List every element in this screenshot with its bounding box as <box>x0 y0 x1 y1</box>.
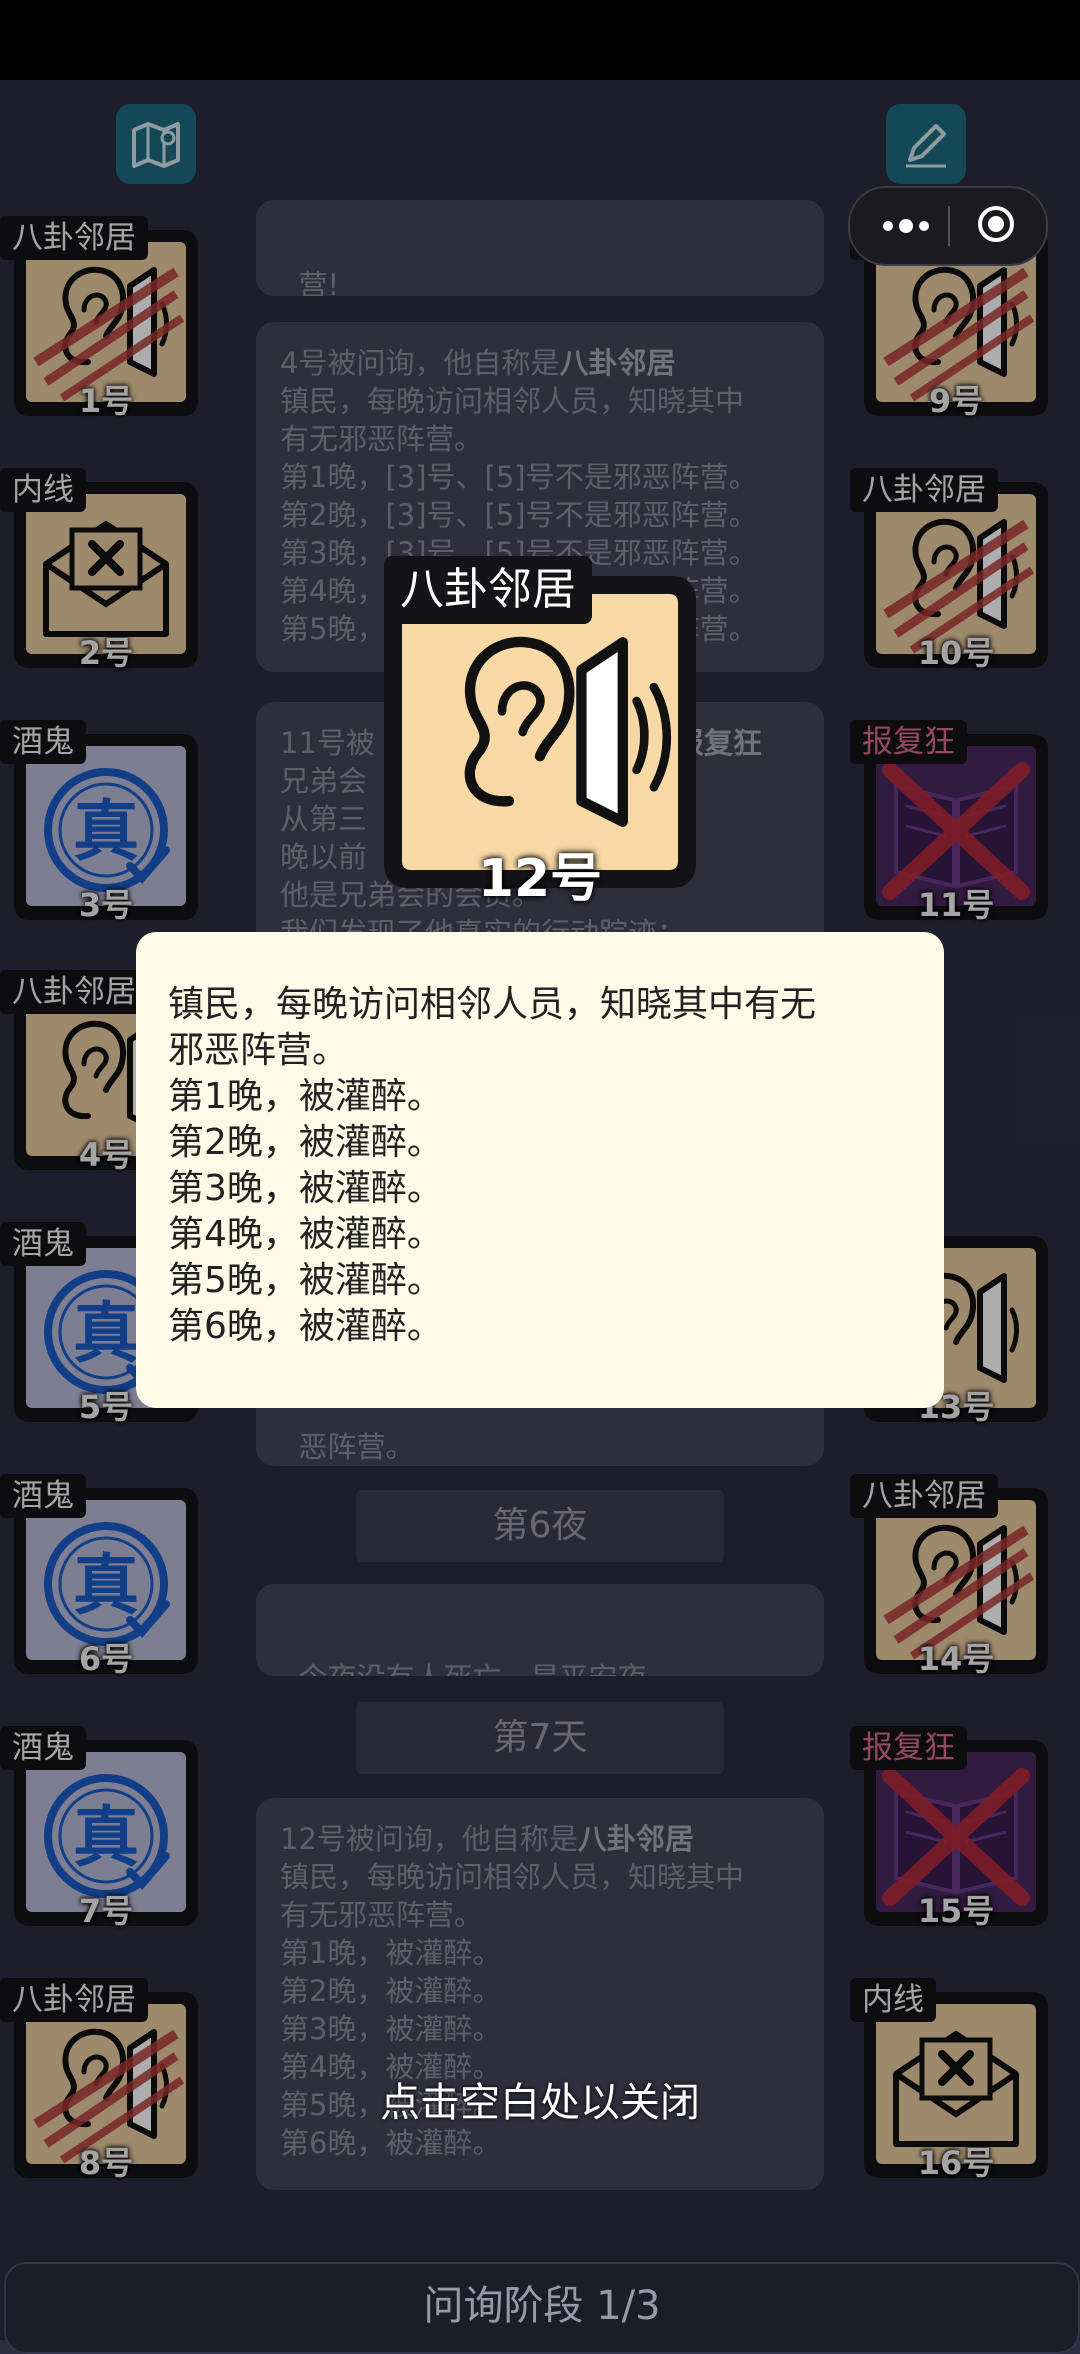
popup-line: 第4晚，被灌醉。 <box>168 1214 443 1255</box>
ear-icon <box>464 636 671 827</box>
role-detail-popup: 镇民，每晚访问相邻人员，知晓其中有无 邪恶阵营。 第1晚，被灌醉。 第2晚，被灌… <box>136 932 944 1408</box>
mini-program-capsule[interactable] <box>848 186 1048 266</box>
capsule-divider <box>948 206 950 246</box>
popup-line: 第2晚，被灌醉。 <box>168 1122 443 1163</box>
popup-line: 镇民，每晚访问相邻人员，知晓其中有无 <box>168 984 817 1025</box>
focus-card-number: 12号 <box>477 849 603 909</box>
popup-line: 第5晚，被灌醉。 <box>168 1260 443 1301</box>
close-hint: 点击空白处以关闭 <box>380 2080 700 2126</box>
focus-card-role: 八卦邻居 <box>384 556 592 624</box>
target-close-icon[interactable] <box>976 204 1016 244</box>
more-dots-icon[interactable] <box>876 206 946 246</box>
status-bar <box>0 0 1080 80</box>
popup-line: 第3晚，被灌醉。 <box>168 1168 443 1209</box>
popup-line: 第6晚，被灌醉。 <box>168 1306 443 1347</box>
popup-line: 第1晚，被灌醉。 <box>168 1076 443 1117</box>
popup-line: 邪恶阵营。 <box>168 1030 349 1071</box>
phase-bar: 问询阶段 1/3 <box>4 2262 1080 2354</box>
phase-label: 问询阶段 1/3 <box>423 2283 661 2329</box>
